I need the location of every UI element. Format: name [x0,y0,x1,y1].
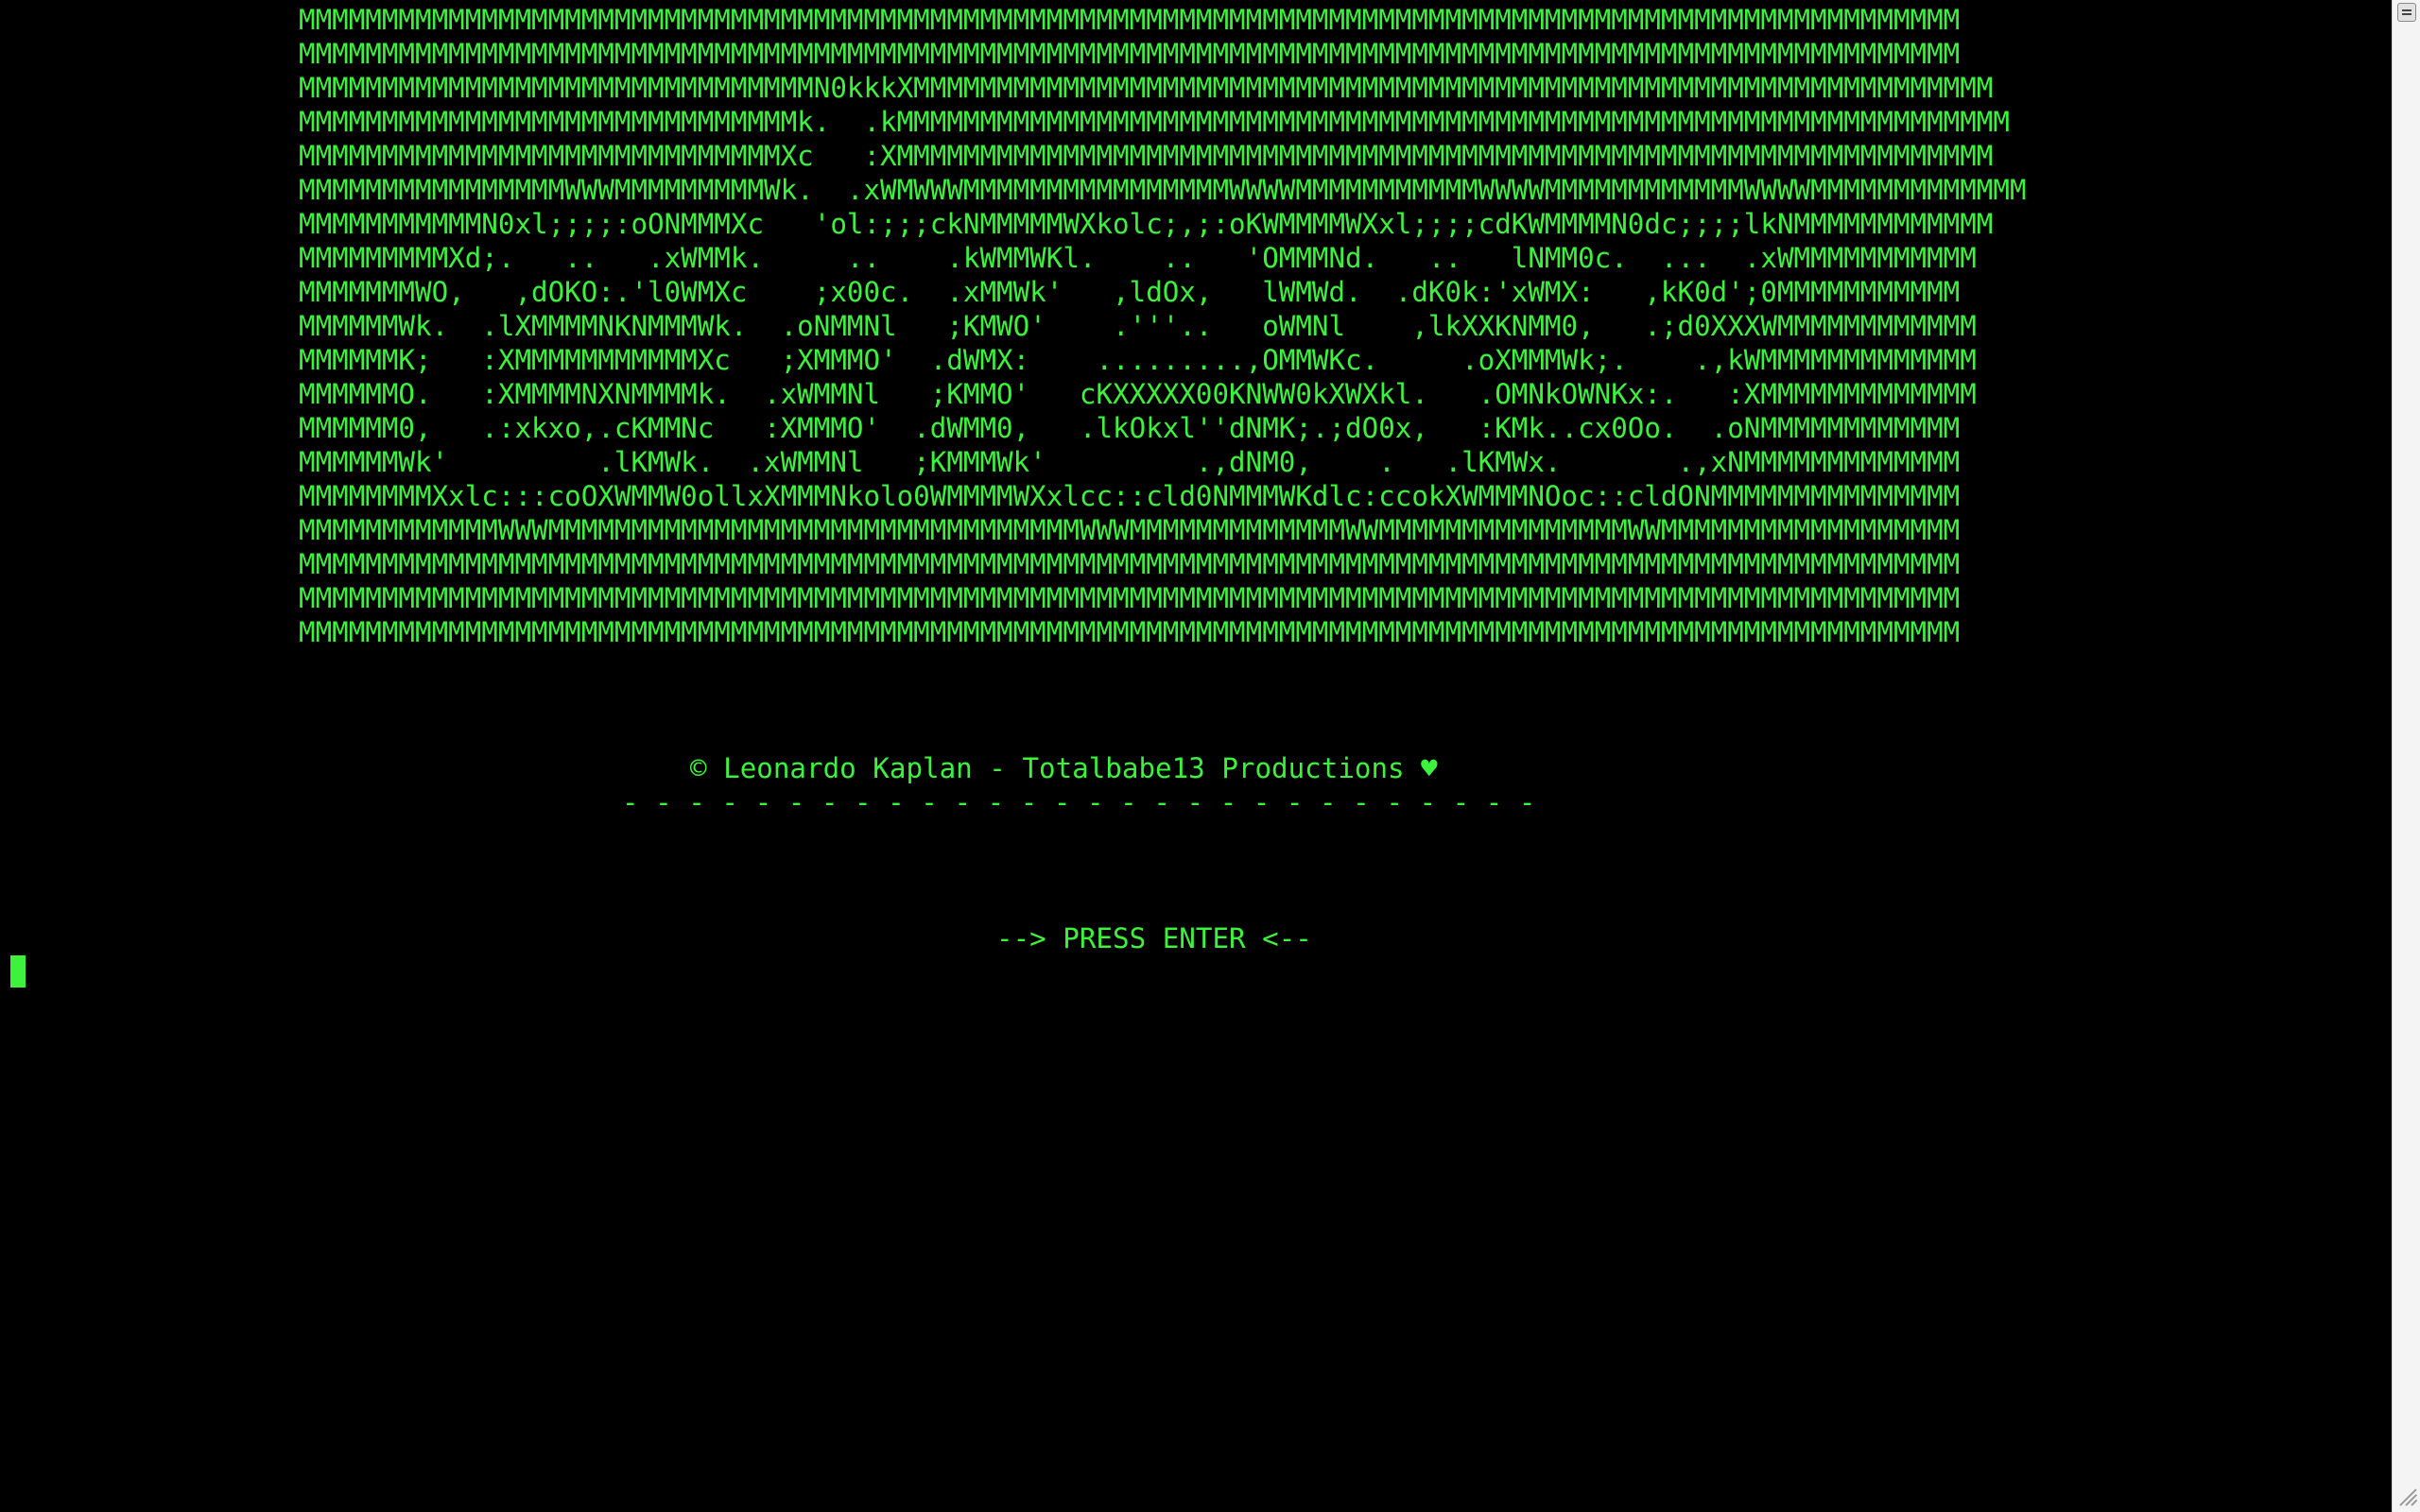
ascii-art-line: MMMMMM0, .:xkxo,.cKMMNc :XMMMO' .dWMM0, … [299,412,1961,444]
ascii-art-line: MMMMMMMMMMMMMMMMMMMMMMMMMMMMMMk. .kMMMMM… [299,106,2010,138]
ascii-art-line: MMMMMMMWO, ,dOKO:.'l0WMXc ;x00c. .xMMWk'… [299,276,1961,308]
ascii-art-line: MMMMMMMMXxlc:::coOXWMMW0ollxXMMMNkolo0WM… [299,480,1961,512]
separator-line: - - - - - - - - - - - - - - - - - - - - … [622,786,1536,818]
terminal-window[interactable]: MMMMMMMMMMMMMMMMMMMMMMMMMMMMMMMMMMMMMMMM… [0,0,2392,1512]
ascii-art-line: MMMMMMMMMMMMMMMMMMMMMMMMMMMMMMMMMMMMMMMM… [299,548,1961,580]
ascii-art-line: MMMMMMMMMMMMMMMMWWWMMMMMMMMMWk. .xWMWWWM… [299,174,2027,206]
ascii-art-line: MMMMMMWk. .lXMMMMNKNMMMWk. .oNMMNl ;KMWO… [299,310,1977,342]
ascii-art-line: MMMMMMK; :XMMMMMMMMMMMXc ;XMMMO' .dWMX: … [299,344,1977,376]
ascii-art-line: MMMMMMMMMMMMMMMMMMMMMMMMMMMMMMMMMMMMMMMM… [299,616,1961,648]
ascii-art-line: MMMMMMMMMMMMMMMMMMMMMMMMMMMMMMMMMMMMMMMM… [299,38,1961,70]
ascii-art-line: MMMMMMMMMMMMMMMMMMMMMMMMMMMMMMMMMMMMMMMM… [299,4,1961,36]
scroll-menu-button[interactable] [2397,3,2416,22]
resize-grip-icon[interactable] [2398,1484,2418,1506]
text-cursor [10,955,26,988]
ascii-art-line: MMMMMMMMMXd;. .. .xWMMk. .. .kWMMWKl. ..… [299,242,1977,274]
ascii-art-line: MMMMMMMMMMMMMMMMMMMMMMMMMMMMMXc :XMMMMMM… [299,140,1994,172]
credit-line: © Leonardo Kaplan - Totalbabe13 Producti… [690,752,1438,784]
ascii-art-line: MMMMMMMMMMMMWWWMMMMMMMMMMMMMMMMMMMMMMMMM… [299,514,1961,546]
vertical-scrollbar[interactable] [2392,0,2420,1512]
press-enter-prompt[interactable]: --> PRESS ENTER <-- [996,921,1312,955]
ascii-art-line: MMMMMMWk' .lKMWk. .xWMMNl ;KMMMWk' .,dNM… [299,446,1961,478]
ascii-art-line: MMMMMMO. :XMMMMNXNMMMMk. .xWMMNl ;KMMO' … [299,378,1977,410]
ascii-art-line: MMMMMMMMMMMMMMMMMMMMMMMMMMMMMMMMMMMMMMMM… [299,582,1961,614]
ascii-art-line: MMMMMMMMMMMMMMMMMMMMMMMMMMMMMMMN0kkkXMMM… [299,72,1994,104]
ascii-art-line: MMMMMMMMMMMN0xl;;;;:oONMMMXc 'ol:;;;ckNM… [299,208,1994,240]
